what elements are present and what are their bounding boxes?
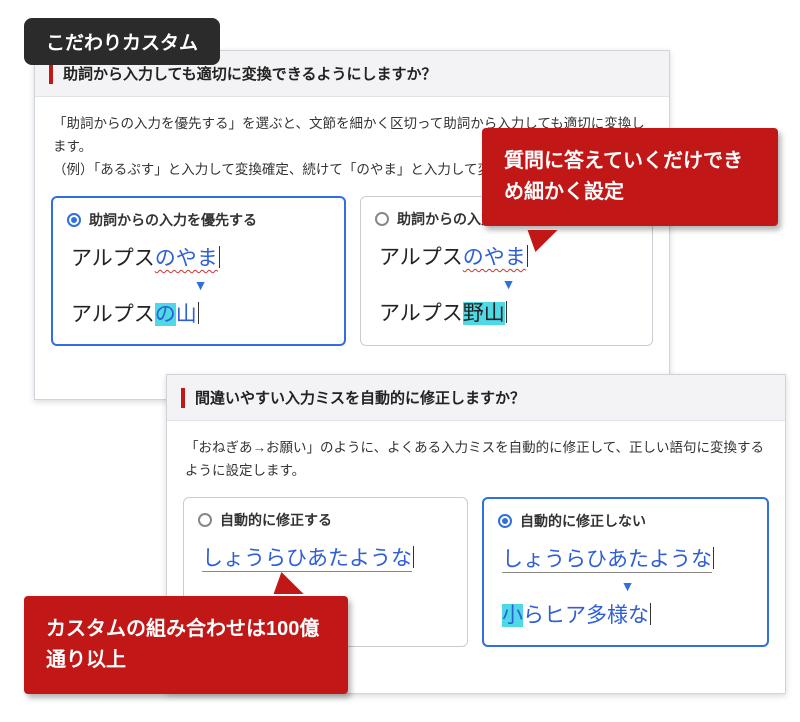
text-caret (413, 546, 414, 568)
radio-icon (198, 513, 212, 527)
sample-seg: らヒア多様な (523, 604, 649, 627)
panel-title: 助詞から入力しても適切に変換できるようにしますか？ (63, 63, 437, 84)
sample-seg: しょうらひあたような (502, 548, 712, 573)
panel-desc-text: 「おねぎあ→お願い」のように、よくある入力ミスを自動的に修正して、正しい語句に変… (185, 440, 764, 478)
option-label: 助詞からの入力を優先する (89, 210, 257, 230)
sample-seg: アルプス (379, 302, 463, 325)
sample-seg: アルプス (71, 303, 155, 326)
conversion-sample: アルプスのやま ▼ アルプス野山 (375, 239, 638, 329)
option-head[interactable]: 自動的に修正しない (498, 511, 753, 531)
accent-bar (181, 388, 185, 408)
option-head[interactable]: 自動的に修正する (198, 510, 453, 530)
feature-badge: こだわりカスタム (24, 18, 220, 65)
arrow-down-icon: ▼ (379, 277, 638, 291)
panel-description: 「おねぎあ→お願い」のように、よくある入力ミスを自動的に修正して、正しい語句に変… (167, 421, 785, 491)
radio-icon (498, 514, 512, 528)
sample-seg: 野山 (463, 302, 505, 325)
conversion-sample: アルプスのやま ▼ アルプスの山 (67, 240, 330, 330)
text-caret (198, 302, 199, 324)
panel-title: 間違いやすい入力ミスを自動的に修正しますか？ (195, 387, 525, 408)
sample-seg: アルプス (71, 247, 155, 270)
callout-bubble-top: 質問に答えていくだけできめ細かく設定 (482, 128, 778, 226)
sample-seg: のやま (463, 246, 526, 269)
callout-bubble-bottom: カスタムの組み合わせは100億通り以上 (24, 596, 348, 694)
text-caret (650, 603, 651, 625)
radio-icon (375, 212, 389, 226)
sample-seg: のやま (155, 247, 218, 270)
conversion-sample: しょうらひあたような ▼ 小らヒア多様な (498, 541, 753, 631)
text-caret (219, 246, 220, 268)
arrow-down-icon: ▼ (71, 278, 330, 292)
option-prioritize-joshi[interactable]: 助詞からの入力を優先する アルプスのやま ▼ アルプスの山 (51, 196, 346, 346)
conversion-sample: しょうらひあたような (198, 540, 453, 574)
sample-seg: の (155, 303, 176, 326)
option-autocorrect-off[interactable]: 自動的に修正しない しょうらひあたような ▼ 小らヒア多様な (482, 497, 769, 647)
text-caret (506, 301, 507, 323)
accent-bar (49, 64, 53, 84)
sample-seg: しょうらひあたような (202, 547, 412, 572)
option-label: 自動的に修正する (220, 510, 332, 530)
arrow-down-icon: ▼ (502, 579, 753, 593)
option-label: 自動的に修正しない (520, 511, 646, 531)
sample-seg: 小 (502, 604, 523, 627)
radio-icon (67, 213, 81, 227)
sample-seg: 山 (176, 303, 197, 326)
option-head[interactable]: 助詞からの入力を優先する (67, 210, 330, 230)
text-caret (713, 547, 714, 569)
sample-seg: アルプス (379, 246, 463, 269)
panel-desc-line2: （例）「あるぷす」と入力して変換確定、続けて「のやま」と入力して変換 (53, 162, 504, 177)
panel-header: 間違いやすい入力ミスを自動的に修正しますか？ (167, 375, 785, 421)
